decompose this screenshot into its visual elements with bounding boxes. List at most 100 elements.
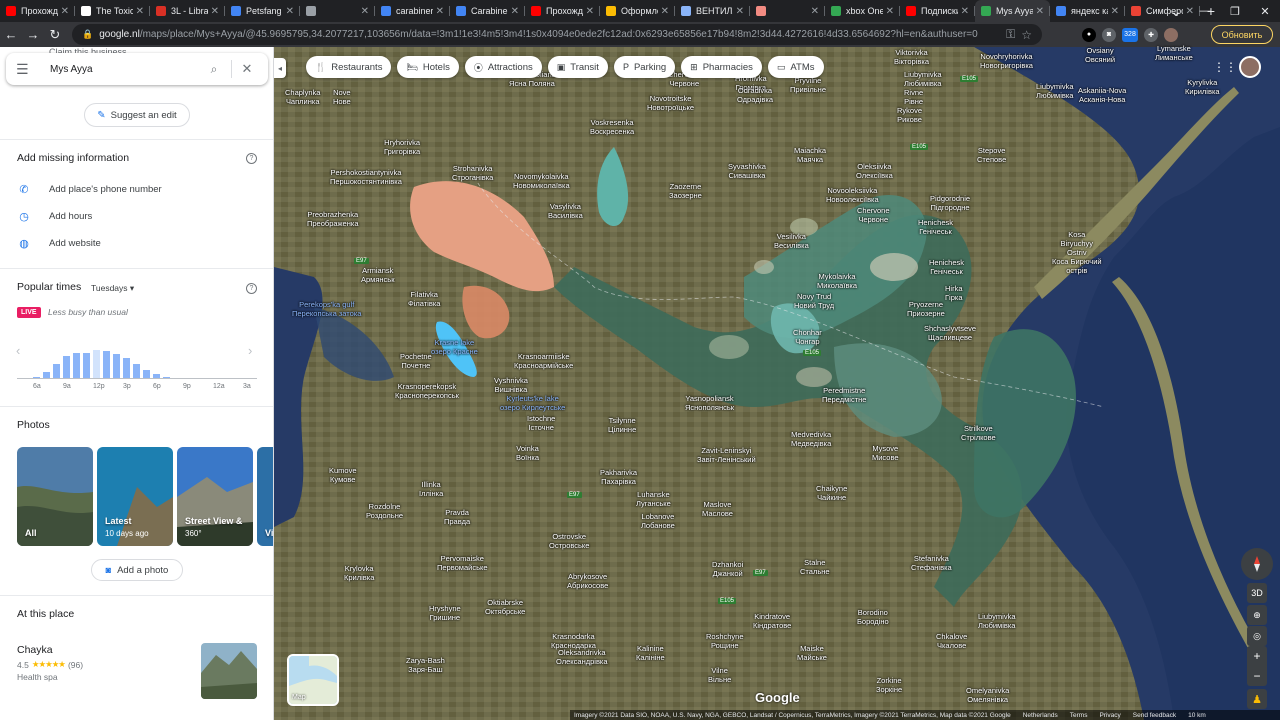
- chip-attractions[interactable]: ⦿ Attractions: [464, 56, 542, 78]
- place-label[interactable]: Stepove Степове: [977, 146, 1006, 164]
- place-label[interactable]: Chonhar Чонгар: [793, 328, 822, 346]
- place-label[interactable]: Hryshyne Гришине: [429, 604, 461, 622]
- suggest-edit-button[interactable]: ✎ Suggest an edit: [84, 103, 190, 127]
- extension-icon[interactable]: ●: [1082, 27, 1096, 42]
- place-label[interactable]: Rozdolne Роздольне: [366, 502, 403, 520]
- place-label[interactable]: Armiansk Армянськ: [361, 266, 394, 284]
- bookmark-star-icon[interactable]: ☆: [1021, 28, 1032, 42]
- key-icon[interactable]: ⚿: [1006, 27, 1015, 42]
- place-label[interactable]: Stalne Стальне: [800, 558, 830, 576]
- footer-link[interactable]: Terms: [1070, 712, 1088, 719]
- tab-close-icon[interactable]: ✕: [1036, 6, 1044, 17]
- add-photo-button[interactable]: ◙ Add a photo: [91, 559, 183, 581]
- minimize-icon[interactable]: —: [1190, 0, 1220, 22]
- place-label[interactable]: Pervomaiske Первомайське: [437, 554, 488, 572]
- place-label[interactable]: Krasnoperekopsk Красноперекопськ: [395, 382, 459, 400]
- place-label[interactable]: Tsilynne Цілинне: [608, 416, 636, 434]
- place-label[interactable]: Chaplynka Чаплинка: [285, 88, 320, 106]
- footer-link[interactable]: Privacy: [1099, 712, 1120, 719]
- place-label[interactable]: Novy Trud Новий Труд: [794, 292, 834, 310]
- water-label[interactable]: Perekops'ka gulf Перекопська затока: [292, 300, 361, 318]
- browser-tab[interactable]: Carabiner ✕: [450, 0, 525, 22]
- popularity-bar[interactable]: [123, 358, 130, 379]
- chip-parking[interactable]: P Parking: [613, 56, 676, 78]
- search-icon[interactable]: ⌕: [201, 62, 227, 77]
- forward-icon[interactable]: →: [22, 24, 44, 46]
- tab-close-icon[interactable]: ✕: [286, 6, 294, 17]
- browser-tab[interactable]: carabiner ✕: [375, 0, 450, 22]
- update-button[interactable]: Обновить: [1211, 25, 1273, 44]
- apps-grid-icon[interactable]: ⋮⋮: [1213, 61, 1237, 73]
- chip-transit[interactable]: ▣ Transit: [547, 56, 608, 78]
- place-label[interactable]: Zaozerne Заозерне: [669, 182, 702, 200]
- compass-icon[interactable]: [1241, 548, 1273, 580]
- tab-close-icon[interactable]: ✕: [211, 6, 219, 17]
- place-label[interactable]: Chaikyne Чайкине: [816, 484, 847, 502]
- place-label[interactable]: Peredmistne Передмістне: [822, 386, 866, 404]
- place-label[interactable]: Kindratove Кіндратове: [753, 612, 791, 630]
- reload-icon[interactable]: ↻: [44, 24, 66, 46]
- photo-tile[interactable]: All: [17, 447, 93, 546]
- place-label[interactable]: Kalinine Калініне: [636, 644, 665, 662]
- place-label[interactable]: Strilkove Стрілкове: [961, 424, 996, 442]
- place-label[interactable]: Novomykolaivka Новомиколаївка: [513, 172, 570, 190]
- chip-pharmacies[interactable]: ⊞ Pharmacies: [681, 56, 762, 78]
- place-label[interactable]: Pidgorodnie Підгородне: [930, 194, 970, 212]
- place-label[interactable]: Luhanske Луганське: [636, 490, 671, 508]
- tab-close-icon[interactable]: ✕: [1111, 6, 1119, 17]
- popularity-bar[interactable]: [103, 351, 110, 379]
- place-label[interactable]: ChervoneЧервоне: [857, 206, 890, 224]
- my-location-icon[interactable]: ◎: [1247, 626, 1267, 646]
- place-label[interactable]: Vilne Вільне: [708, 666, 731, 684]
- search-input[interactable]: Mys Ayya: [50, 64, 201, 75]
- photo-tile[interactable]: Latest 10 days ago: [97, 447, 173, 546]
- place-label[interactable]: Pochetne Почетне: [400, 352, 432, 370]
- place-label[interactable]: Pravda Правда: [444, 508, 470, 526]
- extension-badge[interactable]: 328: [1122, 27, 1138, 42]
- place-label[interactable]: Maiachka Маячка: [794, 146, 826, 164]
- place-label[interactable]: Vesilivka Весилівка: [774, 232, 809, 250]
- chip-atms[interactable]: ▭ ATMs: [767, 56, 824, 78]
- place-label[interactable]: Syvashivka Сивашівка: [728, 162, 766, 180]
- layer-toggle-button[interactable]: Map: [287, 654, 339, 706]
- place-label[interactable]: Filativka Філатівка: [408, 290, 440, 308]
- browser-tab[interactable]: Симферополь✕: [1125, 0, 1200, 22]
- review-count[interactable]: (96): [68, 660, 83, 670]
- place-label[interactable]: Vyshnivka Вишнівка: [494, 376, 528, 394]
- restore-icon[interactable]: ❐: [1220, 0, 1250, 22]
- puzzle-icon[interactable]: ✚: [1144, 27, 1158, 42]
- help-icon[interactable]: ?: [246, 153, 257, 164]
- menu-icon[interactable]: ☰: [16, 61, 38, 78]
- place-label[interactable]: Odradivka Одрадівка: [737, 86, 773, 104]
- place-label[interactable]: Illinka Іллінка: [419, 480, 443, 498]
- tab-close-icon[interactable]: ✕: [436, 6, 444, 17]
- place-label[interactable]: Preobrazhenka Преображенка: [307, 210, 359, 228]
- place-label[interactable]: Rivne Рівне: [904, 88, 923, 106]
- photo-tile[interactable]: Vi: [257, 447, 273, 546]
- place-label[interactable]: Abrykosove Абрикосове: [567, 572, 608, 590]
- place-label[interactable]: Pakharivka Пахарівка: [600, 468, 637, 486]
- profile-avatar[interactable]: [1164, 27, 1178, 42]
- place-label[interactable]: Ovsiany Овсяний: [1085, 46, 1115, 64]
- place-label[interactable]: Zarya-Bash Заря-Баш: [406, 656, 445, 674]
- browser-tab[interactable]: Прохождение✕: [525, 0, 600, 22]
- tab-close-icon[interactable]: ✕: [136, 6, 144, 17]
- tab-close-icon[interactable]: ✕: [586, 6, 594, 17]
- place-label[interactable]: Lymanske Лиманське: [1155, 44, 1193, 62]
- globe-view-icon[interactable]: ⊕: [1247, 605, 1267, 625]
- place-label[interactable]: Askaniia-Nova Асканія-Нова: [1078, 86, 1126, 104]
- add-info-row[interactable]: ◍ Add website: [17, 237, 101, 250]
- tab-close-icon[interactable]: ✕: [811, 6, 819, 17]
- popularity-bar[interactable]: [63, 356, 70, 379]
- place-label[interactable]: Zavit-Leninskyi Завіт-Ленінський: [697, 446, 756, 464]
- browser-tab[interactable]: Прохождение✕: [0, 0, 75, 22]
- place-label[interactable]: Krylovka Крилівка: [344, 564, 374, 582]
- browser-tab[interactable]: ✕: [300, 0, 375, 22]
- place-label[interactable]: Oktiabrske Октябрське: [485, 598, 525, 616]
- place-label[interactable]: Mykolaivka Миколаївка: [817, 272, 857, 290]
- tab-close-icon[interactable]: ✕: [661, 6, 669, 17]
- place-label[interactable]: Maslove Маслове: [702, 500, 733, 518]
- browser-tab[interactable]: xbox One ✕: [825, 0, 900, 22]
- popularity-bar[interactable]: [133, 364, 140, 379]
- chip-restaurants[interactable]: 🍴 Restaurants: [306, 56, 392, 78]
